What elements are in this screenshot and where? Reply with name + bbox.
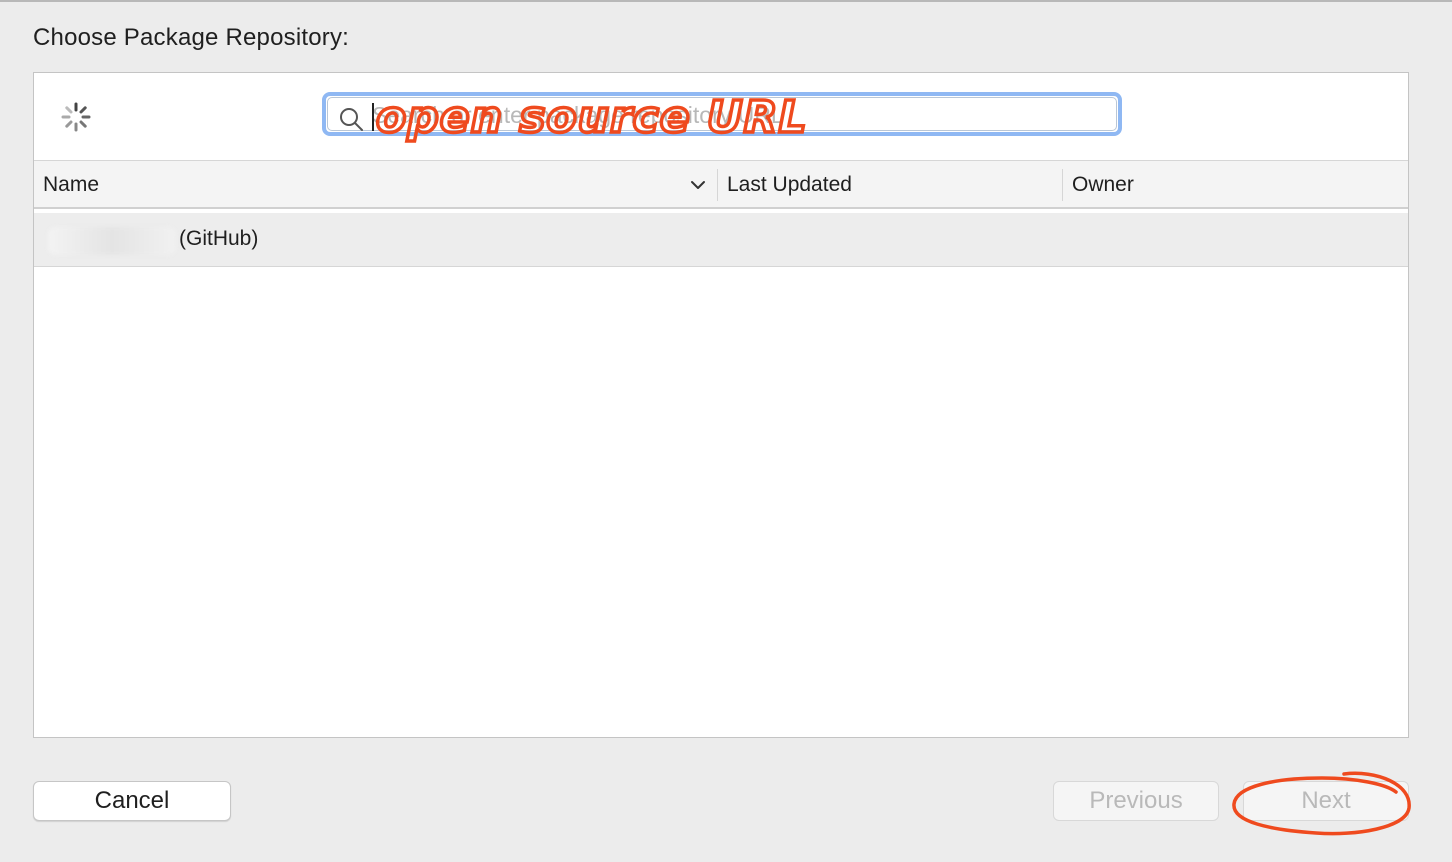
text-caret bbox=[372, 103, 374, 131]
table-row[interactable]: (GitHub) bbox=[34, 213, 1408, 267]
column-header-last-updated[interactable]: Last Updated bbox=[717, 169, 1062, 201]
dialog-title: Choose Package Repository: bbox=[33, 24, 350, 51]
column-header-name[interactable]: Name bbox=[43, 161, 715, 207]
search-input[interactable] bbox=[372, 100, 1102, 130]
redacted-name bbox=[48, 227, 176, 255]
chevron-down-icon[interactable] bbox=[690, 179, 706, 191]
column-header-owner-label: Owner bbox=[1072, 173, 1134, 196]
column-header-owner[interactable]: Owner bbox=[1062, 169, 1409, 201]
search-icon bbox=[340, 108, 363, 131]
loading-spinner-icon bbox=[61, 102, 91, 132]
search-toolbar bbox=[34, 73, 1408, 161]
table-header: Name Last Updated Owner bbox=[34, 161, 1408, 209]
column-header-last-updated-label: Last Updated bbox=[727, 173, 852, 196]
window-top-border bbox=[0, 0, 1452, 2]
previous-button[interactable]: Previous bbox=[1053, 781, 1219, 821]
column-header-name-label: Name bbox=[43, 173, 100, 196]
row-name: (GitHub) bbox=[179, 227, 259, 250]
cancel-button[interactable]: Cancel bbox=[33, 781, 231, 821]
next-button[interactable]: Next bbox=[1243, 781, 1409, 821]
repository-panel: Name Last Updated Owner (GitHub) bbox=[33, 72, 1409, 738]
search-field[interactable] bbox=[322, 92, 1122, 136]
